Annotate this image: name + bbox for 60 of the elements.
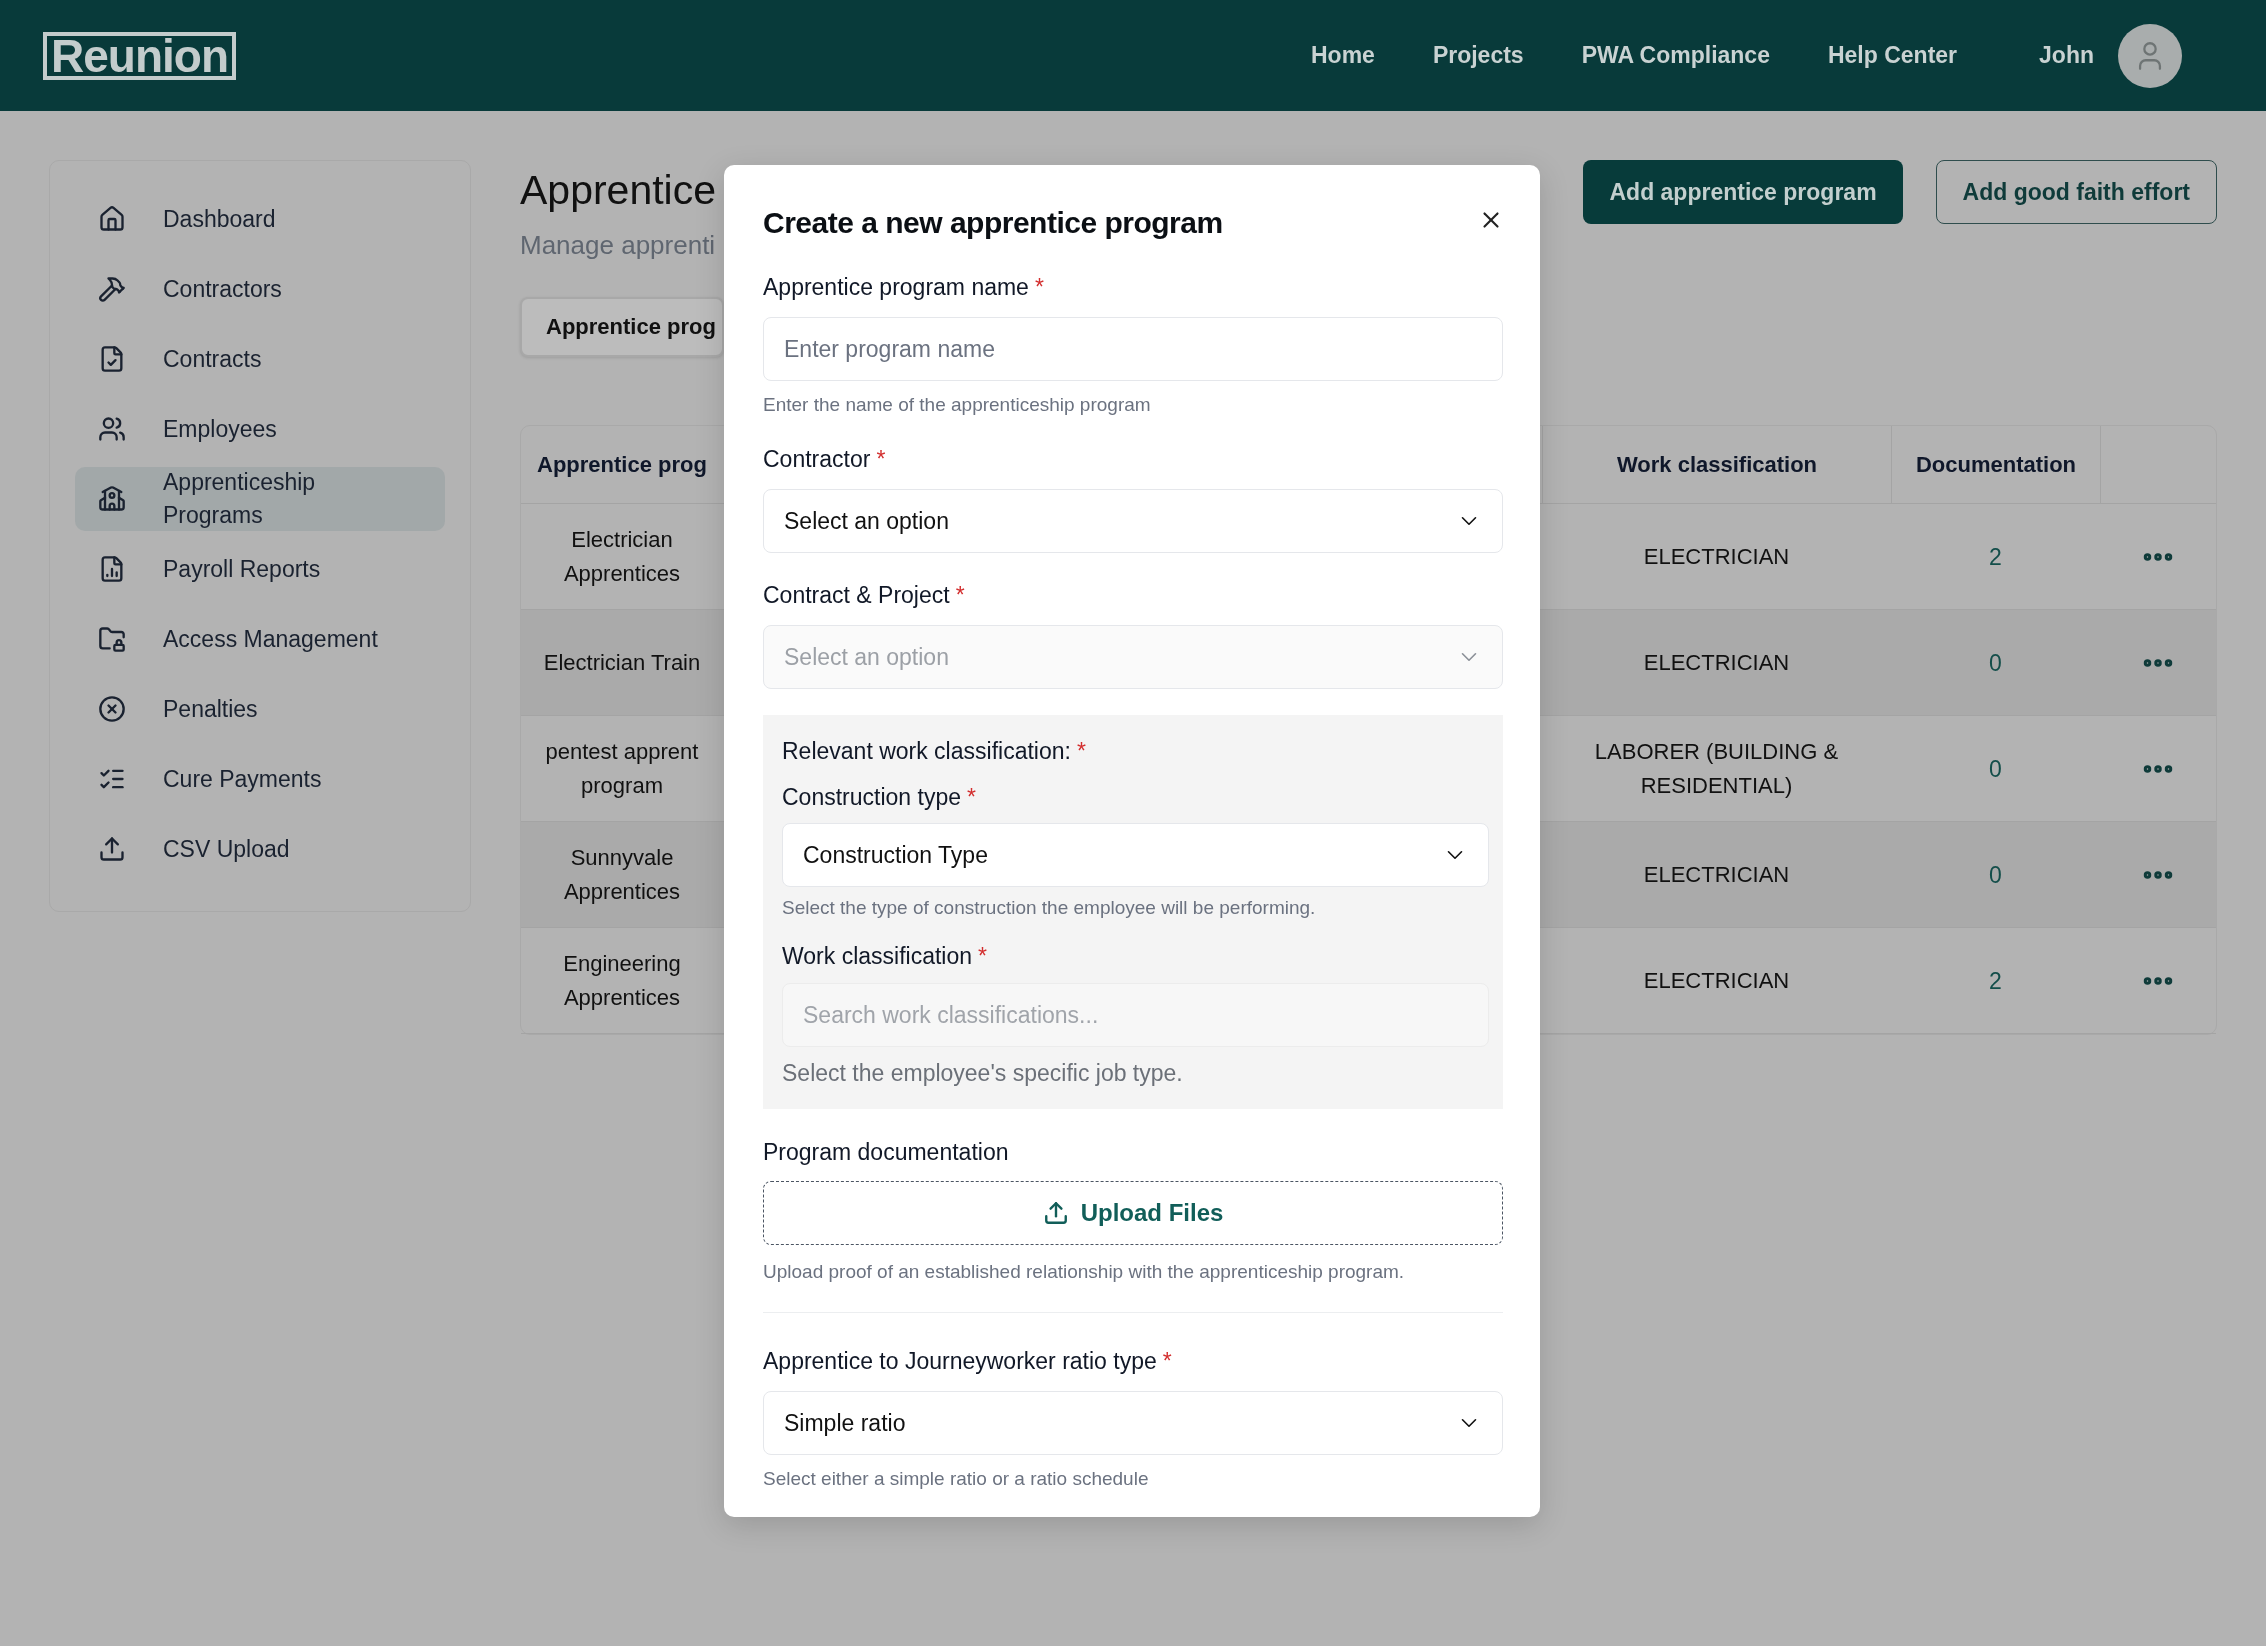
sidebar-item[interactable]: Employees [75,397,445,461]
helper-text: Select the employee's specific job type. [782,1059,1184,1087]
add-effort-button[interactable]: Add good faith effort [1935,160,2217,224]
field-label: Construction type * [782,783,977,811]
table-cell: 0 [1891,610,2100,716]
user-name[interactable]: John [2039,42,2094,69]
sidebar-item[interactable]: Payroll Reports [75,537,445,601]
sidebar-icon [98,275,126,303]
table-cell: Sunnyvale Apprentices [521,822,723,928]
field-label: Contractor * [763,445,887,473]
nav-link[interactable]: PWA Compliance [1581,42,1770,69]
field-label: Apprentice program name * [763,273,1045,301]
field-label: Apprentice to Journeyworker ratio type * [763,1347,1173,1375]
nav-link[interactable]: Help Center [1827,42,1958,69]
column-header: Work classification [1542,426,1891,504]
sidebar-icon [98,485,126,513]
sidebar-icon [98,415,126,443]
sidebar-icon [98,835,126,863]
select-field[interactable]: Select an option [763,489,1503,553]
page-subtitle: Manage apprenti [520,230,716,261]
table-cell: 2 [1891,928,2100,1034]
table-cell: ELECTRICIAN [1542,610,1891,716]
sidebar-item[interactable]: Apprenticeship Programs [75,467,445,531]
column-header: Apprentice prog [521,426,723,504]
field-label: Program documentation [763,1138,1010,1166]
sidebar-item[interactable]: Cure Payments [75,747,445,811]
table-cell: 0 [1891,822,2100,928]
page-title: Apprentice [520,166,716,214]
helper-text: Select either a simple ratio or a ratio schedule [763,1467,1150,1491]
table-cell: Engineering Apprentices [521,928,723,1034]
sidebar-item[interactable]: CSV Upload [75,817,445,881]
text-input[interactable]: Enter program name [763,317,1503,381]
select-field[interactable]: Simple ratio [763,1391,1503,1455]
helper-text: Upload proof of an established relationship with the apprenticeship program. [763,1260,1406,1284]
add-program-button[interactable]: Add apprentice program [1583,160,1903,224]
column-header: Documentation [1891,426,2100,504]
logo[interactable]: Reunion [43,31,236,80]
sidebar-item[interactable]: Dashboard [75,187,445,251]
modal-title: Create a new apprentice program [763,205,1223,241]
upload-icon [1042,1200,1069,1226]
sidebar-icon [98,695,126,723]
sidebar-item[interactable]: Penalties [75,677,445,741]
table-cell: ELECTRICIAN [1542,822,1891,928]
sidebar-icon [98,205,126,233]
table-cell: ELECTRICIAN [1542,928,1891,1034]
upload-button[interactable]: Upload Files [763,1181,1503,1245]
nav-link[interactable]: Projects [1432,42,1524,69]
sidebar-item[interactable]: Contracts [75,327,445,391]
sidebar-icon [98,625,126,653]
tab[interactable]: Apprentice prog [520,297,724,357]
sidebar-item[interactable]: Access Management [75,607,445,671]
field-label: Work classification * [782,942,988,970]
table-cell: Electrician Train [521,610,723,716]
field-label: Contract & Project * [763,581,966,609]
nav-link[interactable]: Home [1311,42,1375,69]
helper-text: Select the type of construction the employee will be performing. [782,896,1317,920]
sidebar-item[interactable]: Contractors [75,257,445,321]
helper-text: Enter the name of the apprenticeship program [763,393,1152,417]
select-field[interactable]: Construction Type [782,823,1489,887]
field-label: Relevant work classification: * [782,737,1087,765]
